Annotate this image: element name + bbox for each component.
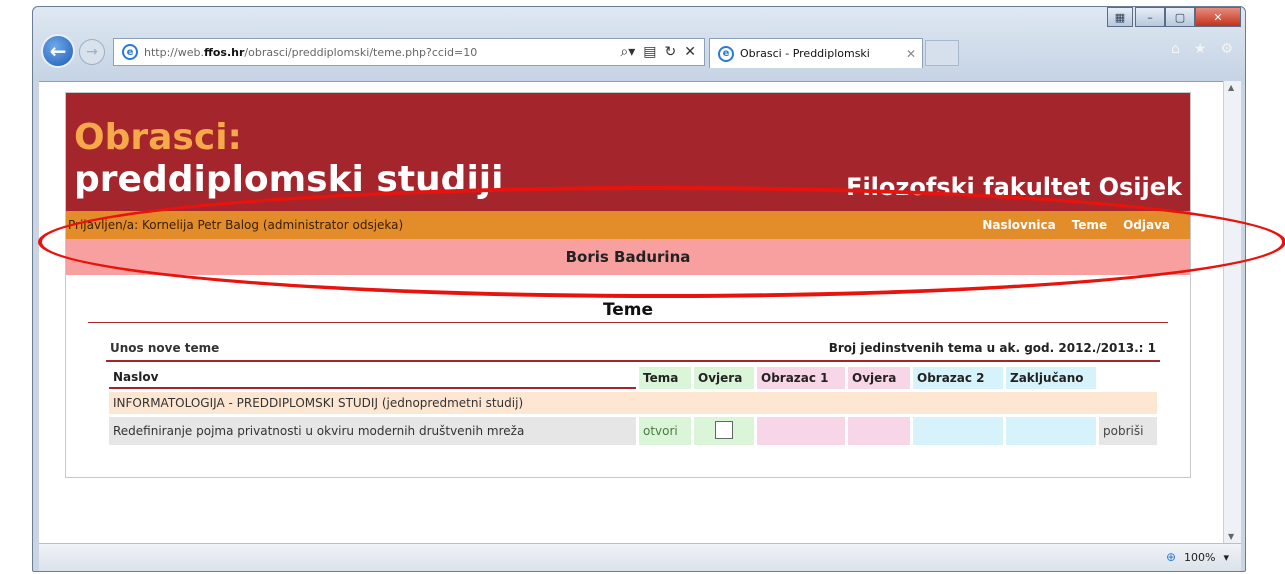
obrazac-1-cell — [757, 417, 845, 445]
banner-subtitle: preddiplomski studiji — [74, 159, 504, 200]
top-navigation: Naslovnica Teme Odjava — [982, 218, 1190, 232]
zoom-icon: ⊕ — [1165, 550, 1177, 564]
table-row: Redefiniranje pojma privatnosti u okviru… — [109, 417, 1157, 445]
page-container: Obrasci: preddiplomski studiji Filozofsk… — [65, 92, 1191, 478]
ovjera-2-cell — [848, 417, 910, 445]
address-bar[interactable]: e http://web.ffos.hr/obrasci/preddiploms… — [113, 38, 705, 66]
minimize-button[interactable]: – — [1135, 7, 1165, 27]
ie-favicon-icon: e — [122, 44, 138, 60]
nav-link-naslovnica[interactable]: Naslovnica — [982, 218, 1055, 232]
tab-obrasci[interactable]: e Obrasci - Preddiplomski ✕ — [709, 38, 923, 68]
topics-table: Unos nove teme Broj jedinstvenih tema u … — [106, 336, 1160, 448]
new-tab-button[interactable] — [925, 40, 959, 66]
verification-checkbox-cell — [694, 417, 754, 445]
login-status: Prijavljen/a: Kornelija Petr Balog (admi… — [68, 218, 404, 232]
address-tools: ⌕▾ ▤ ↻ ✕ — [620, 44, 704, 60]
vertical-scrollbar[interactable]: ▲ ▼ — [1223, 81, 1241, 543]
forward-arrow-icon[interactable]: → — [79, 39, 105, 65]
ie-favicon-icon: e — [718, 45, 734, 62]
login-bar: Prijavljen/a: Kornelija Petr Balog (admi… — [66, 211, 1190, 239]
col-obrazac-2: Obrazac 2 — [913, 367, 1003, 389]
zoom-level: 100% — [1184, 550, 1216, 564]
delete-topic-link[interactable]: pobriši — [1099, 417, 1157, 445]
scroll-down-arrow-icon[interactable]: ▼ — [1228, 532, 1234, 541]
browser-titlebar: ▦ – ▢ ✕ ← → e http://web.ffos.hr/obrasci… — [33, 7, 1245, 81]
col-ovjera-1: Ovjera — [694, 367, 754, 389]
stop-icon[interactable]: ✕ — [684, 44, 696, 60]
home-icon[interactable]: ⌂ — [1171, 41, 1180, 57]
window-controls: ▦ – ▢ ✕ — [1107, 7, 1241, 29]
student-name: Boris Badurina — [565, 248, 691, 266]
nav-link-teme[interactable]: Teme — [1072, 218, 1107, 232]
zakljucano-cell — [1006, 417, 1096, 445]
column-headers: Naslov Tema Ovjera Obrazac 1 Ovjera Obra… — [109, 367, 1157, 389]
program-name: INFORMATOLOGIJA - PREDDIPLOMSKI STUDIJ (… — [109, 392, 1157, 414]
tab-close-icon[interactable]: ✕ — [900, 47, 922, 61]
divider — [106, 360, 1160, 362]
table-header-row: Unos nove teme Broj jedinstvenih tema u … — [106, 336, 1160, 360]
browser-window: ▦ – ▢ ✕ ← → e http://web.ffos.hr/obrasci… — [32, 6, 1246, 572]
compatibility-icon[interactable]: ▦ — [1107, 7, 1133, 27]
open-topic-link[interactable]: otvori — [639, 417, 691, 445]
verification-checkbox[interactable] — [715, 420, 733, 439]
url-text[interactable]: http://web.ffos.hr/obrasci/preddiplomski… — [144, 46, 620, 59]
col-tema: Tema — [639, 367, 691, 389]
col-zakljucano: Zaključano — [1006, 367, 1096, 389]
topics-grid: Naslov Tema Ovjera Obrazac 1 Ovjera Obra… — [106, 364, 1160, 448]
obrazac-2-cell — [913, 417, 1003, 445]
status-bar: ⊕ 100% ▾ — [39, 543, 1241, 571]
star-icon[interactable]: ★ — [1194, 41, 1207, 57]
program-row: INFORMATOLOGIJA - PREDDIPLOMSKI STUDIJ (… — [109, 392, 1157, 414]
back-arrow-icon[interactable]: ← — [41, 34, 75, 68]
maximize-button[interactable]: ▢ — [1165, 7, 1195, 27]
page-viewport: Obrasci: preddiplomski studiji Filozofsk… — [39, 81, 1223, 543]
zoom-control[interactable]: ⊕ 100% ▾ — [1166, 550, 1229, 564]
compatibility-view-icon[interactable]: ▤ — [643, 44, 656, 60]
unique-topics-count: Broj jedinstvenih tema u ak. god. 2012./… — [828, 341, 1156, 355]
close-button[interactable]: ✕ — [1195, 7, 1241, 27]
faculty-name: Filozofski fakultet Osijek — [846, 173, 1182, 201]
search-icon[interactable]: ⌕▾ — [620, 44, 635, 60]
scroll-up-arrow-icon[interactable]: ▲ — [1228, 83, 1234, 92]
section-title: Teme — [88, 300, 1168, 323]
col-actions — [1099, 367, 1157, 389]
right-toolbar: ⌂ ★ ⚙ — [1171, 41, 1233, 57]
zoom-dropdown-icon[interactable]: ▾ — [1223, 551, 1229, 564]
col-naslov: Naslov — [109, 367, 636, 389]
col-ovjera-2: Ovjera — [848, 367, 910, 389]
col-obrazac-1: Obrazac 1 — [757, 367, 845, 389]
site-banner: Obrasci: preddiplomski studiji Filozofsk… — [66, 93, 1190, 211]
student-name-bar: Boris Badurina — [66, 239, 1190, 275]
refresh-icon[interactable]: ↻ — [665, 44, 677, 60]
gear-icon[interactable]: ⚙ — [1220, 41, 1233, 57]
nav-link-odjava[interactable]: Odjava — [1123, 218, 1170, 232]
tab-title: Obrasci - Preddiplomski — [740, 47, 870, 60]
topic-title: Redefiniranje pojma privatnosti u okviru… — [109, 417, 636, 445]
banner-title: Obrasci: — [74, 117, 242, 158]
new-topic-link[interactable]: Unos nove teme — [110, 341, 219, 355]
